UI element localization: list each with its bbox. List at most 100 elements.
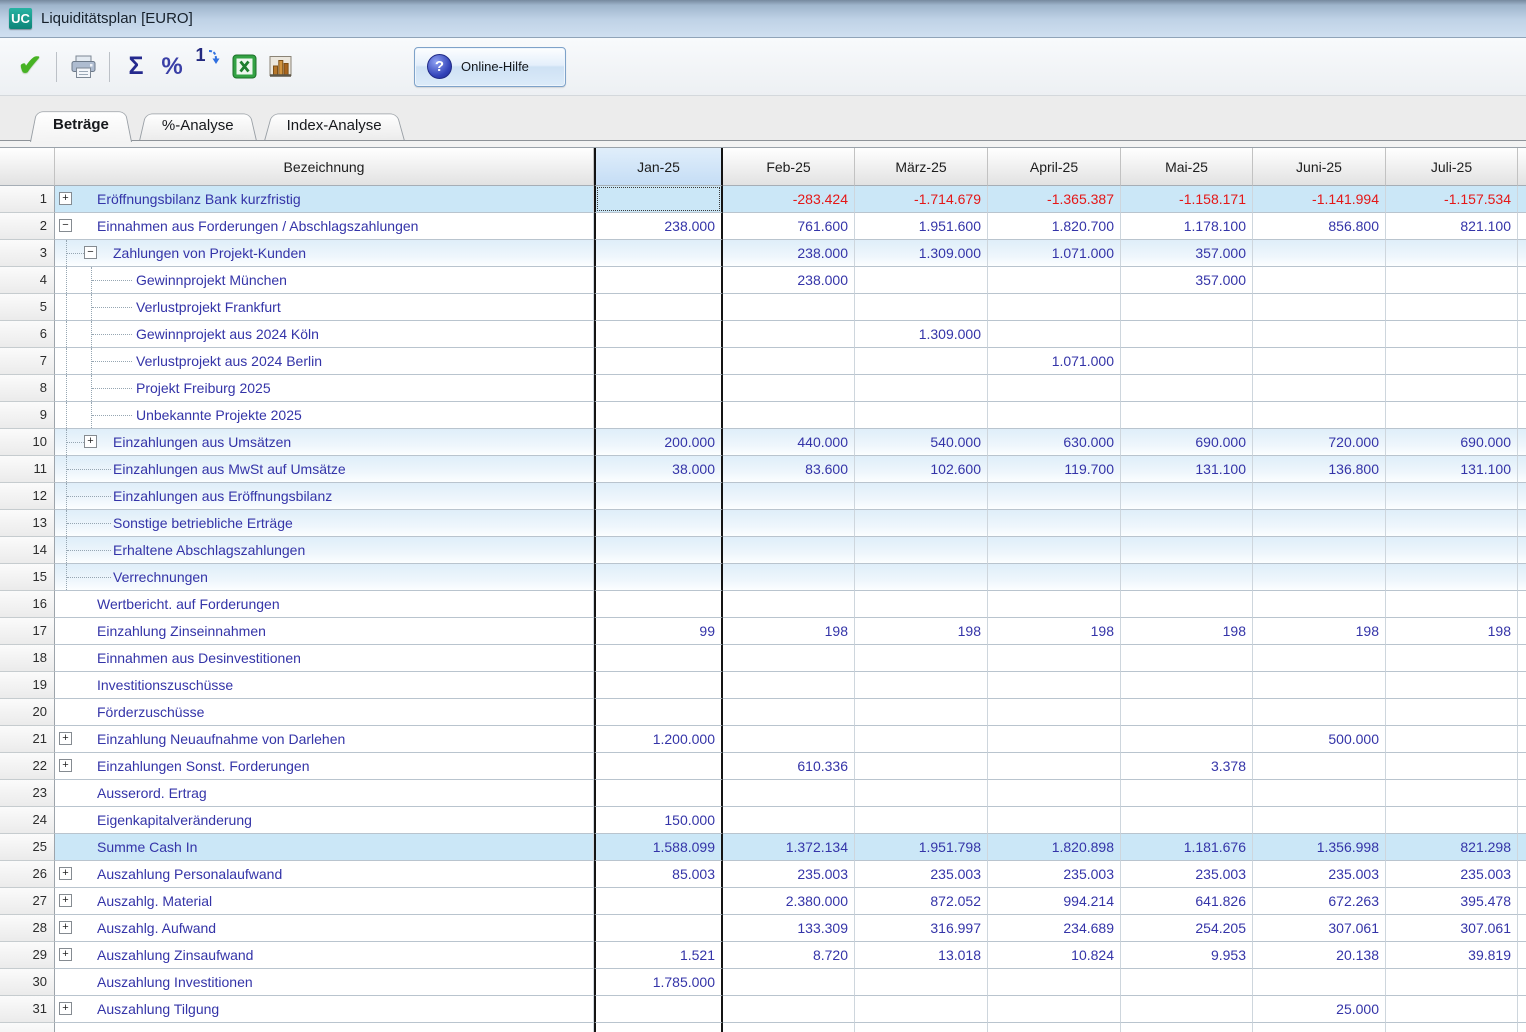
column-header-juni-25[interactable]: Juni-25 [1253, 148, 1386, 186]
value-cell[interactable]: 316.997 [855, 915, 988, 942]
value-cell[interactable] [1386, 321, 1518, 348]
value-cell[interactable]: -1.714.679 [855, 186, 988, 213]
row-label[interactable]: +Auszahlg. Material [55, 888, 594, 915]
expand-plus-icon[interactable]: + [59, 894, 72, 907]
value-cell[interactable] [855, 753, 988, 780]
value-cell[interactable]: 500.000 [1253, 726, 1386, 753]
row-number[interactable] [0, 1023, 55, 1032]
value-cell[interactable] [855, 969, 988, 996]
value-cell[interactable] [855, 483, 988, 510]
value-cell[interactable]: 10.824 [988, 942, 1121, 969]
row-label[interactable]: Sonstige betriebliche Erträge [55, 510, 594, 537]
value-cell[interactable] [723, 402, 855, 429]
row-number[interactable]: 22 [0, 753, 55, 780]
value-cell[interactable]: 1.820.700 [988, 213, 1121, 240]
row-number[interactable]: 15 [0, 564, 55, 591]
value-cell[interactable] [1386, 780, 1518, 807]
value-cell[interactable] [1121, 402, 1253, 429]
value-cell[interactable] [1253, 564, 1386, 591]
value-cell[interactable]: 85.003 [594, 861, 723, 888]
expand-plus-icon[interactable]: + [84, 435, 97, 448]
value-cell[interactable]: 235.003 [988, 861, 1121, 888]
value-cell[interactable] [855, 402, 988, 429]
row-number[interactable]: 17 [0, 618, 55, 645]
column-header-juli-25[interactable]: Juli-25 [1386, 148, 1518, 186]
online-help-button[interactable]: ? Online-Hilfe [414, 47, 566, 87]
value-cell[interactable] [1121, 726, 1253, 753]
column-header-april-25[interactable]: April-25 [988, 148, 1121, 186]
value-cell[interactable] [1253, 240, 1386, 267]
row-number[interactable]: 2 [0, 213, 55, 240]
value-cell[interactable] [723, 969, 855, 996]
value-cell[interactable] [1121, 321, 1253, 348]
value-cell[interactable] [1386, 240, 1518, 267]
row-label[interactable]: +Eröffnungsbilanz Bank kurzfristig [55, 186, 594, 213]
value-cell[interactable]: 20.138 [1253, 942, 1386, 969]
value-cell[interactable]: 235.003 [855, 861, 988, 888]
row-number[interactable]: 19 [0, 672, 55, 699]
value-cell[interactable] [1386, 672, 1518, 699]
value-cell[interactable]: 307.061 [1386, 915, 1518, 942]
value-cell[interactable] [988, 402, 1121, 429]
value-cell[interactable] [594, 888, 723, 915]
value-cell[interactable] [1386, 726, 1518, 753]
value-cell[interactable] [594, 294, 723, 321]
value-cell[interactable] [594, 672, 723, 699]
value-cell[interactable] [1386, 969, 1518, 996]
value-cell[interactable] [594, 537, 723, 564]
value-cell[interactable] [594, 699, 723, 726]
value-cell[interactable] [1253, 753, 1386, 780]
value-cell[interactable]: 8.720 [723, 942, 855, 969]
value-cell[interactable] [1386, 267, 1518, 294]
value-cell[interactable] [855, 564, 988, 591]
value-cell[interactable] [1386, 348, 1518, 375]
value-cell[interactable] [594, 915, 723, 942]
value-cell[interactable] [988, 267, 1121, 294]
value-cell[interactable]: 25.000 [1253, 996, 1386, 1023]
value-cell[interactable] [1121, 564, 1253, 591]
value-cell[interactable]: -283.424 [723, 186, 855, 213]
value-cell[interactable]: 641.826 [1121, 888, 1253, 915]
value-cell[interactable] [1253, 699, 1386, 726]
value-cell[interactable] [1253, 537, 1386, 564]
expand-plus-icon[interactable]: + [59, 759, 72, 772]
value-cell[interactable]: 357.000 [1121, 240, 1253, 267]
value-cell[interactable] [988, 645, 1121, 672]
value-cell[interactable] [594, 348, 723, 375]
value-cell[interactable]: 235.003 [1253, 861, 1386, 888]
value-cell[interactable] [723, 672, 855, 699]
row-label[interactable]: −Zahlungen von Projekt-Kunden [55, 240, 594, 267]
value-cell[interactable] [594, 996, 723, 1023]
value-cell[interactable]: 3.378 [1121, 753, 1253, 780]
row-number[interactable]: 3 [0, 240, 55, 267]
value-cell[interactable]: 133.309 [723, 915, 855, 942]
value-cell[interactable]: 395.478 [1386, 888, 1518, 915]
value-cell[interactable] [988, 969, 1121, 996]
value-cell[interactable]: 39.819 [1386, 942, 1518, 969]
row-label[interactable]: Gewinnprojekt aus 2024 Köln [55, 321, 594, 348]
value-cell[interactable] [988, 780, 1121, 807]
value-cell[interactable] [1253, 375, 1386, 402]
row-number[interactable]: 25 [0, 834, 55, 861]
value-cell[interactable]: 131.100 [1386, 456, 1518, 483]
value-cell[interactable] [1253, 672, 1386, 699]
row-number[interactable]: 1 [0, 186, 55, 213]
value-cell[interactable] [1121, 294, 1253, 321]
value-cell[interactable] [855, 375, 988, 402]
row-number[interactable]: 24 [0, 807, 55, 834]
value-cell[interactable] [1386, 510, 1518, 537]
row-label[interactable]: Einzahlungen aus MwSt auf Umsätze [55, 456, 594, 483]
value-cell[interactable]: 1.951.600 [855, 213, 988, 240]
value-cell[interactable]: 235.003 [1121, 861, 1253, 888]
value-cell[interactable] [723, 645, 855, 672]
value-cell[interactable] [855, 780, 988, 807]
value-cell[interactable] [855, 510, 988, 537]
value-cell[interactable] [1121, 780, 1253, 807]
expand-plus-icon[interactable]: + [59, 867, 72, 880]
value-cell[interactable]: 198 [723, 618, 855, 645]
value-cell[interactable]: 1.071.000 [988, 348, 1121, 375]
value-cell[interactable]: 690.000 [1121, 429, 1253, 456]
row-label[interactable]: Summe Cash In [55, 834, 594, 861]
value-cell[interactable] [1121, 969, 1253, 996]
value-cell[interactable] [1386, 699, 1518, 726]
